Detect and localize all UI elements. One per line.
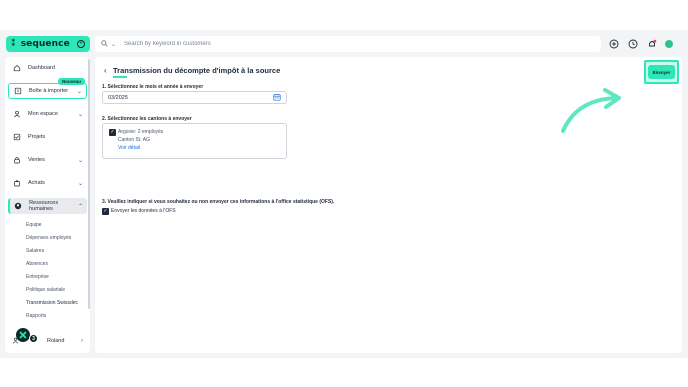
sidebar-subitem-swissdec[interactable]: Transmission Swissdec xyxy=(26,300,78,306)
canton-name: Argovie: 2 employés xyxy=(118,129,164,135)
user-icon xyxy=(12,110,21,119)
chevron-down-icon[interactable]: ⌄ xyxy=(111,41,116,48)
brand-name: sequence xyxy=(20,39,70,49)
sidebar-item-dashboard[interactable]: Dashboard xyxy=(8,60,87,76)
sidebar-item-purchases[interactable]: Achats ⌄ xyxy=(8,175,87,191)
sidebar-subitem-salaries[interactable]: Salaires xyxy=(26,248,44,254)
canton-code: Canton IS: AG xyxy=(118,137,150,143)
sidebar-item-label: Boîte à importer xyxy=(29,88,69,94)
chevron-down-icon: ⌄ xyxy=(77,180,83,187)
brand-logo[interactable]: ⁑ sequence + xyxy=(6,36,90,52)
chevron-right-icon: › xyxy=(81,338,83,344)
chevron-down-icon: ⌄ xyxy=(77,157,83,164)
sidebar-item-label: Mon espace xyxy=(28,111,58,117)
avatar[interactable] xyxy=(665,40,673,48)
canton-card: ✓ Argovie: 2 employés Canton IS: AG Voir… xyxy=(102,123,287,159)
search-bar[interactable]: ⌄ xyxy=(95,36,601,52)
step-3-label: 3. Veuillez indiquer si vous souhaitez o… xyxy=(102,199,335,205)
sidebar-item-label: Dashboard xyxy=(28,65,55,71)
app-window: ⁑ sequence + ⌄ Dashboard Nouveau Boîte à xyxy=(0,30,688,358)
step-1-label: 1. Sélectionnez le mois et année à envoy… xyxy=(102,84,204,90)
sidebar-subitem-expenses[interactable]: Dépenses employés xyxy=(26,235,71,241)
clock-icon[interactable] xyxy=(627,39,638,50)
back-arrow-icon[interactable]: ‹ xyxy=(104,66,107,75)
step-2-label: 2. Sélectionnez les cantons à envoyer xyxy=(102,116,192,122)
add-circle-icon[interactable] xyxy=(608,39,619,50)
search-icon xyxy=(101,39,108,49)
sidebar-scrollbar[interactable] xyxy=(88,59,90,309)
sidebar-subitem-absences[interactable]: Absences xyxy=(26,261,48,267)
user-name: Roland xyxy=(47,338,65,344)
sidebar-item-inbox[interactable]: Boîte à importer ⌄ xyxy=(8,83,87,99)
sequence-logo-icon xyxy=(19,331,27,339)
hr-icon xyxy=(14,202,22,211)
send-button[interactable]: Envoyer xyxy=(648,65,675,79)
sidebar-item-label: Projets xyxy=(28,134,46,140)
checkbox-icon xyxy=(12,133,21,142)
curved-arrow-icon xyxy=(561,88,621,133)
view-detail-link[interactable]: Voir détail xyxy=(118,145,140,151)
title-underline xyxy=(113,76,127,78)
chevron-down-icon: ⌄ xyxy=(76,88,82,95)
bell-icon[interactable] xyxy=(646,39,657,50)
assistant-launcher[interactable] xyxy=(16,328,30,342)
month-year-value: 03/2025 xyxy=(108,94,128,101)
chevron-up-icon: ⌃ xyxy=(77,203,83,210)
sidebar-item-hr[interactable]: Ressources humaines ⌃ xyxy=(8,198,87,214)
inbox-icon xyxy=(13,87,22,96)
ofs-checkbox[interactable]: ✓ xyxy=(102,208,109,215)
sidebar-item-label: Ventes xyxy=(28,157,45,163)
page-title: Transmission du décompte d'impôt à la so… xyxy=(113,66,281,75)
add-icon[interactable]: + xyxy=(77,40,85,48)
bag-icon xyxy=(12,179,21,188)
month-year-field[interactable]: 03/2025 xyxy=(102,91,287,104)
sidebar-subitem-company[interactable]: Entreprise xyxy=(26,274,49,280)
calendar-icon[interactable] xyxy=(273,93,281,103)
canton-checkbox[interactable]: ✓ xyxy=(109,129,116,136)
home-icon xyxy=(12,64,21,73)
chevron-down-icon: ⌄ xyxy=(77,111,83,118)
sidebar-item-label: Achats xyxy=(28,180,45,186)
brand-mark: ⁑ xyxy=(11,39,16,49)
sidebar-subitem-team[interactable]: Equipe xyxy=(26,222,42,228)
sidebar: Dashboard Nouveau Boîte à importer ⌄ Mon… xyxy=(5,57,90,353)
top-actions xyxy=(608,36,673,52)
sidebar-subitem-reports[interactable]: Rapports xyxy=(26,313,46,319)
sidebar-subitem-salary-policy[interactable]: Politique salariale xyxy=(26,287,65,293)
sidebar-item-label: Ressources humaines xyxy=(29,200,59,212)
sidebar-item-sales[interactable]: Ventes ⌄ xyxy=(8,152,87,168)
lock-icon xyxy=(12,156,21,165)
ofs-checkbox-label: Envoyer les données à l'OFS xyxy=(111,208,176,214)
search-input[interactable] xyxy=(124,41,525,47)
sidebar-item-projects[interactable]: Projets xyxy=(8,129,87,145)
notification-count-badge: 3 xyxy=(29,334,38,343)
sidebar-item-my-space[interactable]: Mon espace ⌄ xyxy=(8,106,87,122)
